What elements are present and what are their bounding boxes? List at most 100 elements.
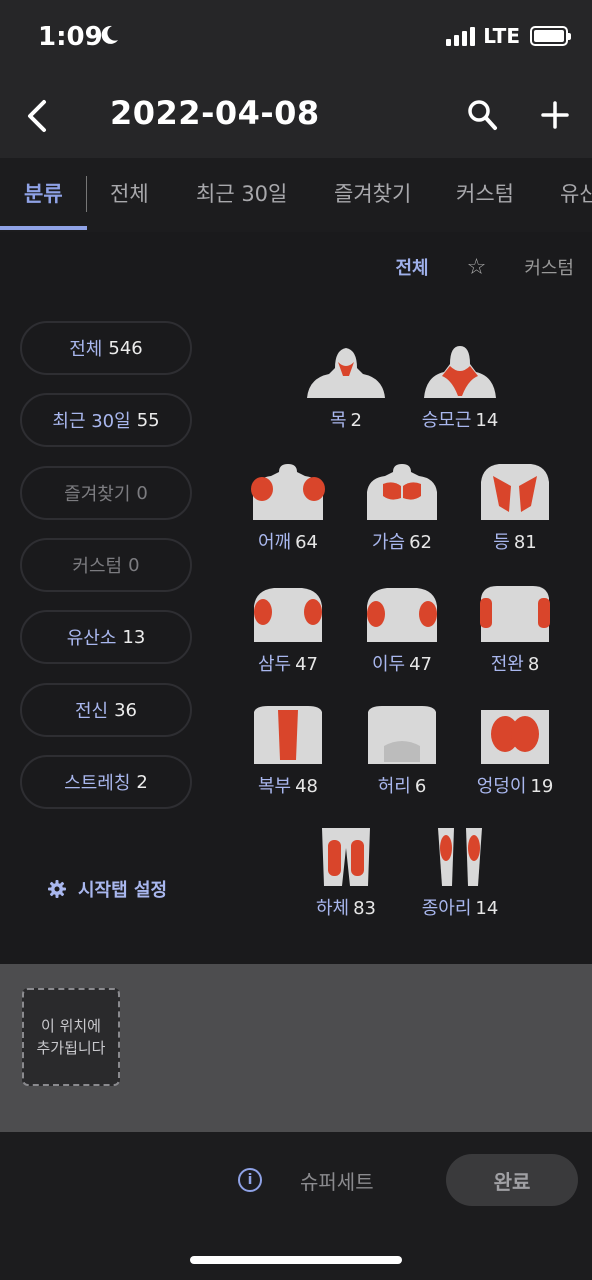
- app-header: 2022-04-08: [0, 76, 592, 158]
- selection-tray: 이 위치에 추가됩니다: [0, 964, 592, 1132]
- category-count: 13: [122, 626, 146, 648]
- status-bar: 1:09 LTE: [0, 0, 592, 76]
- category-fullbody-button[interactable]: 전신 36: [20, 683, 192, 737]
- category-count: 55: [136, 409, 160, 431]
- muscle-glutes[interactable]: 엉덩이 19: [465, 702, 565, 798]
- category-label: 스트레칭: [64, 773, 131, 794]
- calves-figure-icon: [438, 828, 482, 886]
- category-count: 2: [136, 771, 148, 793]
- muscle-name: 하체: [315, 898, 350, 919]
- muscle-lower-back[interactable]: 허리 6: [352, 702, 452, 798]
- page-title: 2022-04-08: [110, 94, 320, 132]
- tab-custom[interactable]: 커스텀: [456, 178, 514, 208]
- category-count: 0: [128, 554, 140, 576]
- tab-favorites[interactable]: 즐겨찾기: [334, 178, 411, 208]
- category-label: 유산소: [66, 628, 117, 649]
- main-content: 전체 ☆ 커스텀 전체 546 최근 30일 55 즐겨찾기 0 커스텀 0 유…: [0, 232, 592, 964]
- search-icon[interactable]: [466, 98, 498, 132]
- muscle-count: 48: [295, 776, 319, 797]
- muscle-name: 전완: [490, 654, 524, 675]
- category-count: 36: [114, 699, 138, 721]
- muscle-neck[interactable]: 목2: [296, 336, 396, 432]
- legs-figure-icon: [322, 828, 370, 886]
- category-label: 전체: [69, 339, 103, 360]
- signal-icon: [446, 26, 476, 46]
- muscle-traps[interactable]: 승모근 14: [410, 336, 510, 432]
- category-label: 최근 30일: [52, 411, 131, 432]
- muscle-count: 47: [295, 654, 319, 675]
- muscle-name: 엉덩이: [476, 776, 527, 797]
- category-count: 0: [136, 482, 148, 504]
- add-icon[interactable]: [540, 100, 570, 130]
- muscle-name: 복부: [257, 776, 292, 797]
- muscle-chest[interactable]: 가슴 62: [352, 458, 452, 554]
- moon-icon: [101, 25, 118, 44]
- muscle-count: 83: [353, 898, 377, 919]
- muscle-name: 삼두: [257, 654, 292, 675]
- filter-custom[interactable]: 커스텀: [524, 254, 574, 280]
- category-label: 커스텀: [72, 556, 123, 577]
- category-count: 546: [108, 337, 143, 359]
- forearm-figure-icon: [480, 586, 550, 642]
- shoulders-figure-icon: [251, 464, 325, 520]
- tab-all[interactable]: 전체: [110, 178, 149, 208]
- tab-cardio[interactable]: 유산: [560, 178, 592, 208]
- done-button[interactable]: 완료: [446, 1154, 578, 1206]
- muscle-name: 이두: [371, 654, 406, 675]
- muscle-count: 47: [409, 654, 433, 675]
- tab-category[interactable]: 분류: [24, 178, 63, 208]
- home-indicator: [190, 1256, 402, 1264]
- category-cardio-button[interactable]: 유산소 13: [20, 610, 192, 664]
- category-stretching-button[interactable]: 스트레칭 2: [20, 755, 192, 809]
- muscle-name: 가슴: [371, 532, 406, 553]
- muscle-forearm[interactable]: 전완 8: [465, 580, 565, 676]
- muscle-name: 목: [329, 410, 347, 431]
- muscle-name: 허리: [377, 776, 411, 797]
- tab-active-indicator: [0, 226, 87, 230]
- battery-icon: [530, 26, 571, 46]
- muscle-count: 14: [475, 410, 499, 431]
- bottom-bar: i 슈퍼세트 완료: [0, 1132, 592, 1280]
- tab-bar: 분류 전체 최근 30일 즐겨찾기 커스텀 유산: [0, 158, 592, 232]
- muscle-legs[interactable]: 하체 83: [296, 824, 396, 920]
- triceps-figure-icon: [254, 588, 322, 642]
- muscle-count: 8: [527, 654, 540, 675]
- drop-slot-text-line2: 추가됩니다: [36, 1039, 106, 1057]
- muscle-count: 2: [350, 410, 362, 431]
- muscle-name: 어깨: [257, 532, 292, 553]
- muscle-name: 종아리: [421, 898, 472, 919]
- drop-slot[interactable]: 이 위치에 추가됩니다: [22, 988, 120, 1086]
- glutes-figure-icon: [481, 710, 549, 764]
- muscle-count: 6: [414, 776, 427, 797]
- category-label: 즐겨찾기: [64, 484, 131, 505]
- category-favorites-button[interactable]: 즐겨찾기 0: [20, 466, 192, 520]
- filter-row: 전체 ☆ 커스텀: [395, 254, 574, 280]
- superset-button[interactable]: 슈퍼세트: [300, 1166, 374, 1195]
- traps-figure-icon: [424, 346, 496, 398]
- muscle-triceps[interactable]: 삼두 47: [238, 580, 338, 676]
- info-icon[interactable]: i: [238, 1168, 262, 1192]
- muscle-biceps[interactable]: 이두 47: [352, 580, 452, 676]
- tab-recent-30[interactable]: 최근 30일: [196, 178, 287, 208]
- tab-divider: [86, 176, 87, 212]
- category-all-button[interactable]: 전체 546: [20, 321, 192, 375]
- muscle-calves[interactable]: 종아리 14: [410, 824, 510, 920]
- star-icon[interactable]: ☆: [467, 255, 487, 280]
- muscle-count: 64: [295, 532, 319, 553]
- drop-slot-text-line1: 이 위치에: [41, 1017, 101, 1035]
- muscle-name: 등: [493, 532, 510, 553]
- muscle-count: 81: [513, 532, 537, 553]
- muscle-count: 19: [530, 776, 554, 797]
- category-custom-button[interactable]: 커스텀 0: [20, 538, 192, 592]
- category-recent-button[interactable]: 최근 30일 55: [20, 393, 192, 447]
- filter-all[interactable]: 전체: [395, 254, 428, 280]
- back-chevron-icon[interactable]: [22, 96, 52, 136]
- category-label: 전신: [74, 701, 109, 722]
- muscle-shoulders[interactable]: 어깨 64: [238, 458, 338, 554]
- muscle-abs[interactable]: 복부 48: [238, 702, 338, 798]
- muscle-count: 62: [409, 532, 433, 553]
- start-tab-settings-link[interactable]: 시작탭 설정: [48, 876, 167, 902]
- back-figure-icon: [481, 464, 549, 520]
- status-time: 1:09: [38, 22, 103, 52]
- muscle-back[interactable]: 등 81: [465, 458, 565, 554]
